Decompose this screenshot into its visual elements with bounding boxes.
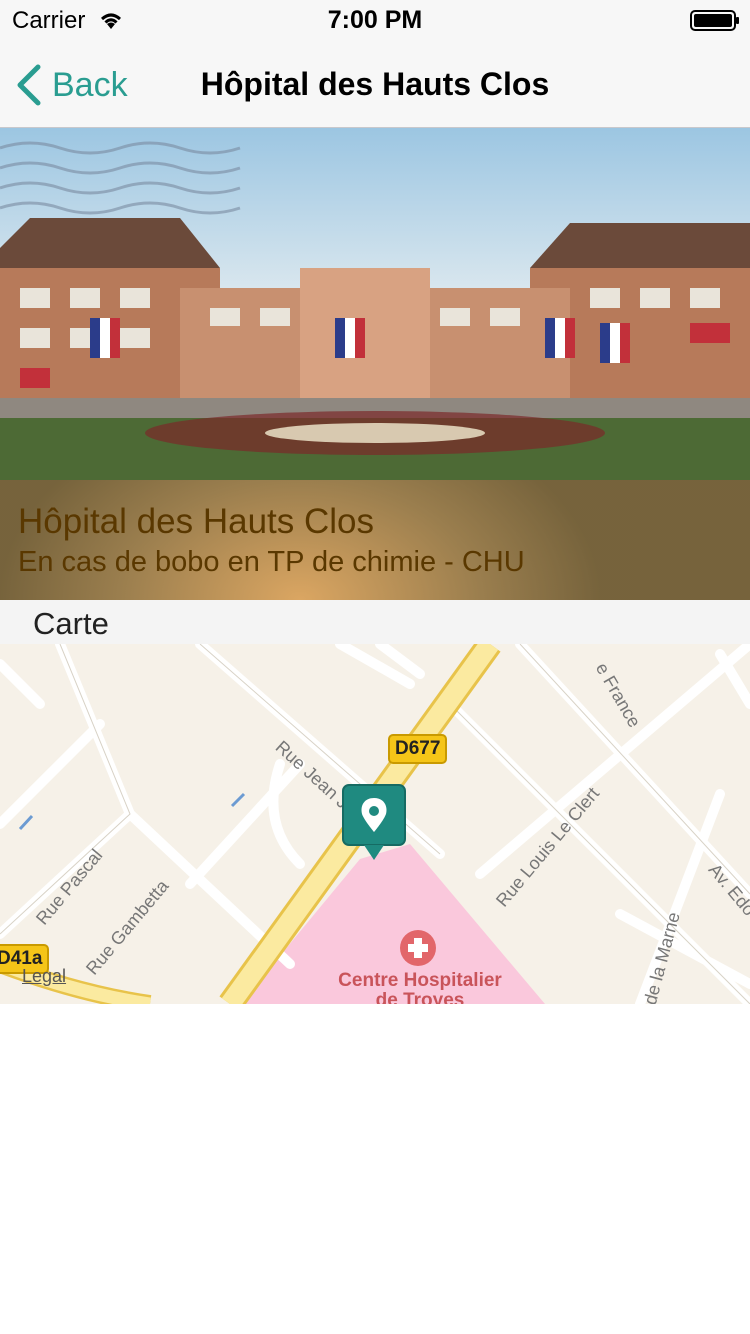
status-bar: Carrier 7:00 PM — [0, 0, 750, 40]
hospital-cross-icon — [400, 930, 436, 966]
road-badge-d677: D677 — [388, 734, 448, 764]
legal-link[interactable]: Legal — [22, 966, 66, 987]
page-title: Hôpital des Hauts Clos — [200, 66, 550, 102]
hero-section: Hôpital des Hauts Clos En cas de bobo en… — [0, 128, 750, 600]
status-time: 7:00 PM — [327, 6, 423, 34]
hero-caption: Hôpital des Hauts Clos En cas de bobo en… — [0, 480, 750, 600]
map-section-header: Carte — [0, 600, 750, 644]
hero-title: Hôpital des Hauts Clos — [18, 502, 374, 541]
map-view[interactable]: D677 D41a Rue Jean J Rue Pascal Rue Gamb… — [0, 644, 750, 1004]
battery-icon — [690, 10, 739, 31]
poi-name-line1: Centre Hospitalier — [338, 970, 502, 991]
navigation-bar: Back Hôpital des Hauts Clos — [0, 40, 750, 128]
section-label: Carte — [33, 606, 109, 641]
hero-subtitle: En cas de bobo en TP de chimie - CHU — [18, 546, 525, 578]
poi-name-line2: de Troyes — [375, 990, 465, 1004]
location-pin-icon[interactable] — [342, 784, 406, 864]
